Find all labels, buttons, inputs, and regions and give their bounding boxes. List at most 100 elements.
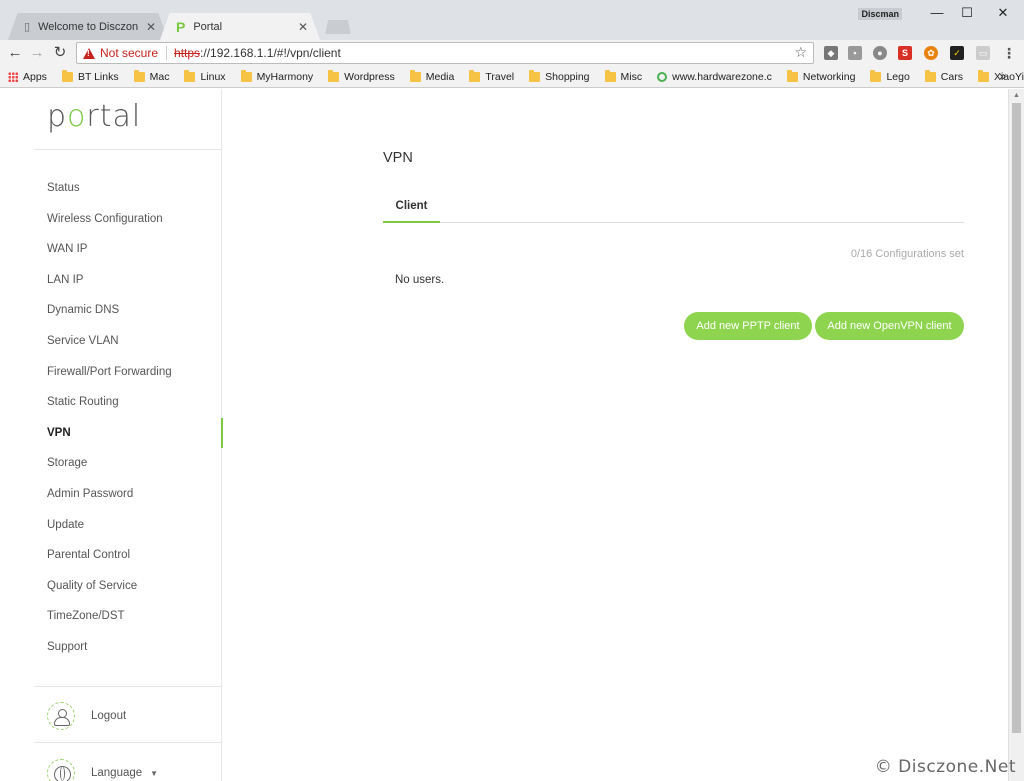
new-tab-button[interactable] xyxy=(325,20,351,34)
page-icon: ▯ xyxy=(24,21,31,33)
folder-icon xyxy=(870,69,882,82)
extension-icon[interactable]: ▪ xyxy=(848,46,862,60)
sidebar-divider xyxy=(34,149,222,150)
sidebar-item-firewall-port-forwarding[interactable]: Firewall/Port Forwarding xyxy=(0,357,222,388)
forward-icon[interactable]: → xyxy=(28,44,46,62)
omnibox-divider xyxy=(166,46,168,60)
folder-icon xyxy=(133,69,145,82)
folder-icon xyxy=(469,69,481,82)
extension-icon[interactable]: ● xyxy=(873,46,887,60)
security-label[interactable]: Not secure xyxy=(100,46,158,60)
bookmark-site[interactable]: www.hardwarezone.c xyxy=(657,71,772,83)
address-bar[interactable]: Not secure https ://192.168.1.1/#!/vpn/c… xyxy=(76,42,814,64)
url-path: ://192.168.1.1/#!/vpn/client xyxy=(200,46,341,60)
bookmark-folder[interactable]: Mac xyxy=(133,69,169,83)
apps-icon xyxy=(8,71,18,82)
folder-icon xyxy=(240,69,252,82)
sidebar-item-storage[interactable]: Storage xyxy=(0,448,222,479)
bookmark-folder[interactable]: Shopping xyxy=(529,69,590,83)
sidebar-item-parental-control[interactable]: Parental Control xyxy=(0,540,222,571)
folder-icon xyxy=(328,69,340,82)
browser-toolbar: ← → ↻ Not secure https ://192.168.1.1/#!… xyxy=(0,40,1024,66)
logout-label: Logout xyxy=(91,710,127,722)
bookmark-folder[interactable]: Lego xyxy=(870,69,910,83)
extension-icon[interactable]: ▭ xyxy=(976,46,990,60)
sidebar-item-quality-of-service[interactable]: Quality of Service xyxy=(0,571,222,602)
page-scrollbar[interactable]: ▲ xyxy=(1008,89,1024,781)
tab-title: Portal xyxy=(193,20,223,33)
sidebar: portal Status Wireless Configuration WAN… xyxy=(0,89,223,781)
bookmark-folder[interactable]: Misc xyxy=(604,69,642,83)
logout-button[interactable]: Logout xyxy=(47,702,126,730)
folder-icon xyxy=(786,69,798,82)
minimize-icon[interactable]: — xyxy=(922,4,952,22)
close-window-icon[interactable]: ✕ xyxy=(988,4,1018,22)
browser-tab-disczone[interactable]: ▯ Welcome to Disczone! - ✕ xyxy=(8,13,168,40)
reload-icon[interactable]: ↻ xyxy=(51,44,69,62)
tab-client[interactable]: Client xyxy=(383,193,440,223)
scroll-up-icon[interactable]: ▲ xyxy=(1013,92,1020,99)
sidebar-item-support[interactable]: Support xyxy=(0,632,222,663)
close-tab-icon[interactable]: ✕ xyxy=(298,20,308,34)
sidebar-item-admin-password[interactable]: Admin Password xyxy=(0,479,222,510)
site-icon xyxy=(657,71,668,82)
sidebar-item-dynamic-dns[interactable]: Dynamic DNS xyxy=(0,295,222,326)
bookmark-folder[interactable]: Networking xyxy=(786,69,855,83)
tab-title: Welcome to Disczone! - xyxy=(38,20,138,33)
page-title: VPN xyxy=(383,150,413,166)
bookmark-folder[interactable]: Media xyxy=(409,69,454,83)
caret-down-icon: ▼ xyxy=(150,768,159,778)
warning-icon xyxy=(83,47,95,59)
sidebar-divider xyxy=(34,742,222,743)
bookmark-folder[interactable]: Cars xyxy=(924,69,963,83)
sidebar-item-vpn[interactable]: VPN xyxy=(0,417,223,449)
extension-icon[interactable]: ✓ xyxy=(950,46,964,60)
configurations-count: 0/16 Configurations set xyxy=(850,248,964,260)
extension-icon[interactable]: ◆ xyxy=(824,46,838,60)
portal-logo[interactable]: portal xyxy=(47,99,141,134)
globe-icon xyxy=(47,759,75,781)
close-tab-icon[interactable]: ✕ xyxy=(146,20,156,34)
language-selector[interactable]: Language ▼ xyxy=(47,759,158,781)
folder-icon xyxy=(409,69,421,82)
folder-icon xyxy=(977,69,989,82)
extension-icon[interactable]: S xyxy=(898,46,912,60)
sidebar-item-service-vlan[interactable]: Service VLAN xyxy=(0,326,222,357)
folder-icon xyxy=(529,69,541,82)
bookmark-folder[interactable]: Travel xyxy=(469,69,514,83)
sidebar-item-status[interactable]: Status xyxy=(0,173,222,204)
sidebar-item-lan-ip[interactable]: LAN IP xyxy=(0,265,222,296)
scroll-thumb[interactable] xyxy=(1012,103,1021,733)
sidebar-item-wireless-configuration[interactable]: Wireless Configuration xyxy=(0,204,222,235)
tab-bar: Client xyxy=(383,193,964,223)
language-label: Language xyxy=(91,767,143,779)
browser-tab-portal[interactable]: P Portal ✕ xyxy=(160,13,320,40)
folder-icon xyxy=(184,69,196,82)
url-scheme: https xyxy=(174,46,201,60)
maximize-icon[interactable]: ☐ xyxy=(952,4,982,22)
profile-name[interactable]: Discman xyxy=(858,8,902,20)
sidebar-item-update[interactable]: Update xyxy=(0,510,222,541)
back-icon[interactable]: ← xyxy=(6,44,24,62)
add-openvpn-client-button[interactable]: Add new OpenVPN client xyxy=(815,312,964,340)
sidebar-nav: Status Wireless Configuration WAN IP LAN… xyxy=(0,173,223,663)
portal-page: portal Status Wireless Configuration WAN… xyxy=(0,89,1008,781)
sidebar-item-timezone-dst[interactable]: TimeZone/DST xyxy=(0,601,222,632)
sidebar-item-wan-ip[interactable]: WAN IP xyxy=(0,234,222,265)
bookmark-apps[interactable]: Apps xyxy=(8,71,47,83)
add-pptp-client-button[interactable]: Add new PPTP client xyxy=(684,312,812,340)
bookmark-folder[interactable]: Wordpress xyxy=(328,69,395,83)
portal-favicon: P xyxy=(176,18,186,35)
bookmarks-overflow-icon[interactable]: » xyxy=(999,69,1006,83)
browser-titlebar: ▯ Welcome to Disczone! - ✕ P Portal ✕ Di… xyxy=(0,0,1024,40)
menu-icon[interactable]: ⋮ xyxy=(1002,46,1016,60)
bookmark-star-icon[interactable]: ☆ xyxy=(794,44,807,61)
folder-icon xyxy=(61,69,73,82)
empty-state-message: No users. xyxy=(395,274,445,286)
bookmark-folder[interactable]: BT Links xyxy=(61,69,119,83)
sidebar-divider xyxy=(34,686,222,687)
sidebar-item-static-routing[interactable]: Static Routing xyxy=(0,387,222,418)
bookmark-folder[interactable]: MyHarmony xyxy=(240,69,313,83)
bookmark-folder[interactable]: Linux xyxy=(184,69,226,83)
extension-icon[interactable]: ✿ xyxy=(924,46,938,60)
